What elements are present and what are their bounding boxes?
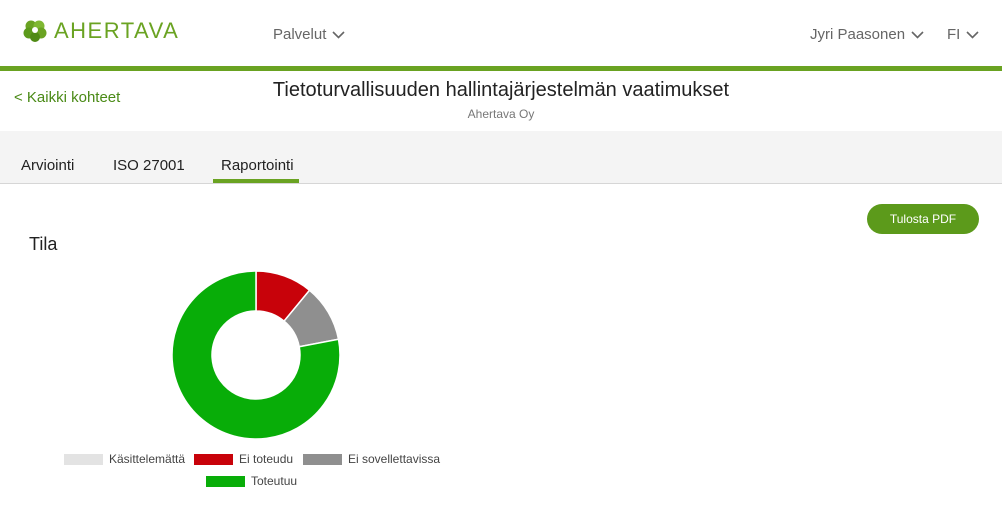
language-menu[interactable]: FI	[947, 26, 979, 43]
top-navigation: AHERTAVA Palvelut Jyri Paasonen FI	[0, 0, 1002, 66]
page-subtitle: Ahertava Oy	[467, 107, 535, 121]
legend-swatch	[303, 453, 342, 465]
legend-label: Ei toteudu	[239, 452, 294, 466]
services-menu[interactable]: Palvelut	[273, 26, 345, 43]
tab-arviointi[interactable]: Arviointi	[21, 157, 74, 174]
legend-label: Toteutuu	[251, 474, 298, 488]
legend-label: Käsittelemättä	[109, 452, 186, 466]
page-title: Tietoturvallisuuden hallintajärjestelmän…	[272, 79, 730, 101]
tab-raportointi[interactable]: Raportointi	[221, 157, 294, 174]
logo-text: AHERTAVA	[54, 18, 180, 43]
clover-logo-icon	[22, 18, 48, 44]
chevron-down-icon	[332, 26, 345, 43]
status-chart	[0, 260, 500, 460]
user-menu-label: Jyri Paasonen	[810, 26, 906, 43]
title-bar: < Kaikki kohteet Tietoturvallisuuden hal…	[0, 71, 1002, 131]
legend-item[interactable]: Ei sovellettavissa	[303, 452, 440, 466]
donut-chart	[171, 270, 341, 440]
chevron-down-icon	[966, 26, 979, 43]
tab-iso-27001[interactable]: ISO 27001	[113, 157, 185, 174]
active-tab-indicator	[213, 179, 299, 183]
legend-swatch	[64, 453, 103, 465]
chevron-down-icon	[911, 26, 924, 43]
legend-label: Ei sovellettavissa	[348, 452, 441, 466]
logo[interactable]: AHERTAVA	[22, 18, 179, 44]
user-menu[interactable]: Jyri Paasonen	[810, 26, 924, 43]
legend-item[interactable]: Käsittelemättä	[64, 452, 185, 466]
legend-swatch	[206, 475, 245, 487]
legend-item[interactable]: Toteutuu	[206, 474, 297, 488]
language-menu-label: FI	[947, 26, 961, 43]
print-pdf-button[interactable]: Tulosta PDF	[867, 204, 979, 234]
tab-bar: Arviointi ISO 27001 Raportointi	[0, 131, 1002, 184]
services-menu-label: Palvelut	[273, 26, 327, 43]
section-title: Tila	[29, 234, 58, 254]
legend-swatch	[194, 453, 233, 465]
legend-item[interactable]: Ei toteudu	[194, 452, 293, 466]
